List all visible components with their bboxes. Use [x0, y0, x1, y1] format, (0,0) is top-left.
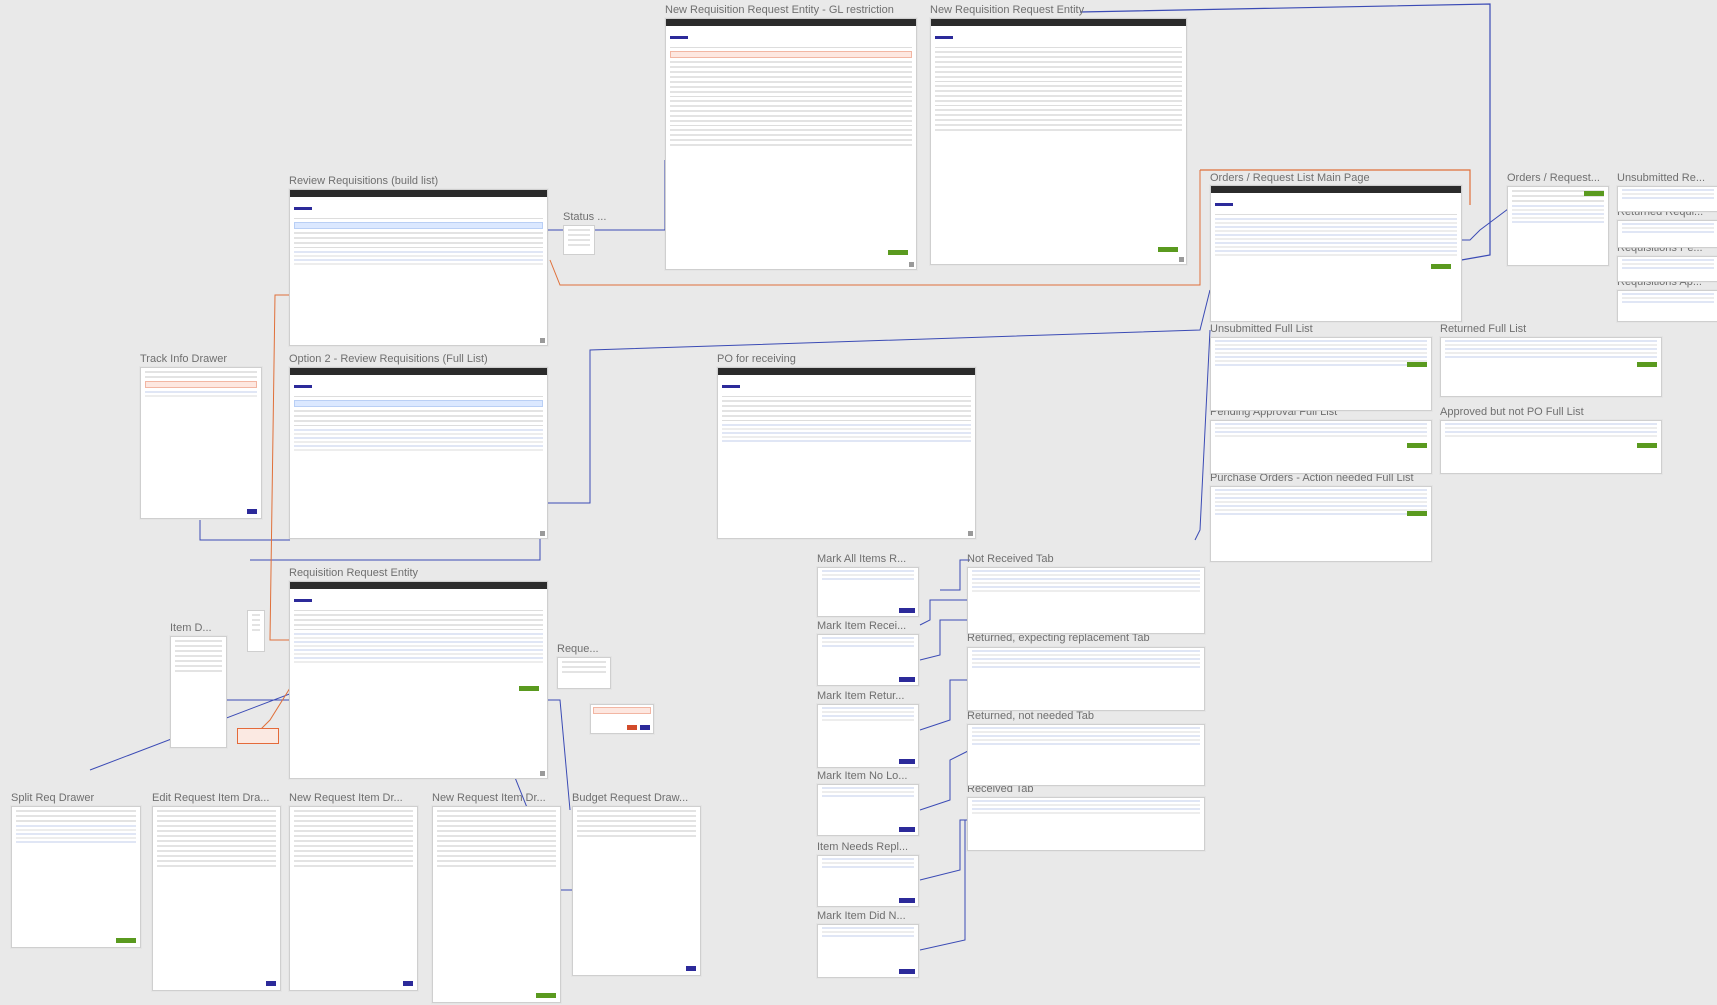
screen-track-info[interactable] [140, 367, 262, 519]
screen-orders-request[interactable] [1507, 186, 1609, 266]
connector [919, 599, 970, 626]
frame-label: Returned Full List [1440, 323, 1527, 335]
frame-label: Mark Item Did N... [817, 910, 906, 922]
screen-po-action[interactable] [1210, 486, 1432, 562]
screen-new-request-item-2[interactable] [432, 806, 561, 1003]
connector [919, 819, 970, 951]
kebab-menu[interactable] [247, 610, 265, 652]
screen-requisitions-ap[interactable] [1617, 290, 1717, 322]
frame-label: Orders / Request List Main Page [1210, 172, 1370, 184]
tab-received[interactable] [967, 797, 1205, 851]
frame-label: Edit Request Item Dra... [152, 792, 270, 804]
screen-review-build[interactable] [289, 189, 548, 346]
frame-label: New Requisition Request Entity - GL rest… [665, 4, 894, 16]
connector [919, 679, 970, 731]
frame-label: Status ... [563, 211, 607, 223]
screen-unsubmitted-full[interactable] [1210, 337, 1432, 411]
frame-label: Review Requisitions (build list) [289, 175, 439, 187]
dialog-confirm[interactable] [590, 704, 654, 734]
screen-mark-item-no[interactable] [817, 784, 919, 836]
frame-label: New Request Item Dr... [432, 792, 546, 804]
screen-edit-request-item[interactable] [152, 806, 281, 991]
connector [919, 619, 970, 661]
screen-item-needs-repl[interactable] [817, 855, 919, 907]
connector [199, 520, 290, 541]
flow-canvas: New Requisition Request Entity - GL rest… [0, 0, 1717, 1005]
screen-reque[interactable] [557, 657, 611, 689]
screen-mark-all[interactable] [817, 567, 919, 617]
frame-label: New Request Item Dr... [289, 792, 403, 804]
frame-label: Reque... [557, 643, 599, 655]
connector [940, 559, 970, 591]
screen-gl-restriction[interactable] [665, 18, 917, 270]
frame-label: Unsubmitted Full List [1210, 323, 1313, 335]
frame-label: Requisition Request Entity [289, 567, 419, 579]
status-dropdown[interactable] [563, 225, 595, 255]
screen-new-entity[interactable] [930, 18, 1187, 265]
screen-requisitions-pe[interactable] [1617, 256, 1717, 282]
tab-not-received[interactable] [967, 567, 1205, 634]
screen-returned-requ[interactable] [1617, 220, 1717, 248]
screen-orders-main[interactable] [1210, 185, 1462, 322]
screen-unsubmitted-re[interactable] [1617, 186, 1717, 212]
frame-label: Unsubmitted Re... [1617, 172, 1706, 184]
screen-budget-request[interactable] [572, 806, 701, 976]
screen-req-entity[interactable] [289, 581, 548, 779]
screen-po-receiving[interactable] [717, 367, 976, 539]
screen-mark-item-rec[interactable] [817, 634, 919, 686]
tab-returned-not-needed[interactable] [967, 724, 1205, 786]
frame-label: Split Req Drawer [11, 792, 95, 804]
screen-returned-full[interactable] [1440, 337, 1662, 397]
frame-label: Option 2 - Review Requisitions (Full Lis… [289, 353, 488, 365]
frame-label: Track Info Drawer [140, 353, 228, 365]
connector [219, 690, 300, 701]
frame-label: Returned, not needed Tab [967, 710, 1095, 722]
connector [1194, 329, 1211, 541]
frame-label: Mark All Items R... [817, 553, 907, 565]
frame-label: Item Needs Repl... [817, 841, 909, 853]
screen-item-d[interactable] [170, 636, 227, 748]
frame-label: Budget Request Draw... [572, 792, 689, 804]
frame-label: Mark Item Recei... [817, 620, 907, 632]
frame-label: Mark Item Retur... [817, 690, 905, 702]
screen-approved-not-po[interactable] [1440, 420, 1662, 474]
connector [919, 819, 970, 881]
screen-split-req[interactable] [11, 806, 141, 948]
screen-mark-item-did[interactable] [817, 924, 919, 978]
tab-returned-expecting[interactable] [967, 647, 1205, 711]
screen-option2-review[interactable] [289, 367, 548, 539]
screen-mark-item-ret[interactable] [817, 704, 919, 768]
frame-label: Mark Item No Lo... [817, 770, 908, 782]
connector [919, 749, 971, 811]
screen-new-request-item-1[interactable] [289, 806, 418, 991]
screen-pending-full[interactable] [1210, 420, 1432, 474]
frame-label: Not Received Tab [967, 553, 1054, 565]
frame-label: Item D... [170, 622, 212, 634]
frame-label: Approved but not PO Full List [1440, 406, 1584, 418]
frame-label: PO for receiving [717, 353, 796, 365]
frame-label: Orders / Request... [1507, 172, 1600, 184]
warning-badge [237, 728, 279, 744]
frame-label: New Requisition Request Entity [930, 4, 1085, 16]
